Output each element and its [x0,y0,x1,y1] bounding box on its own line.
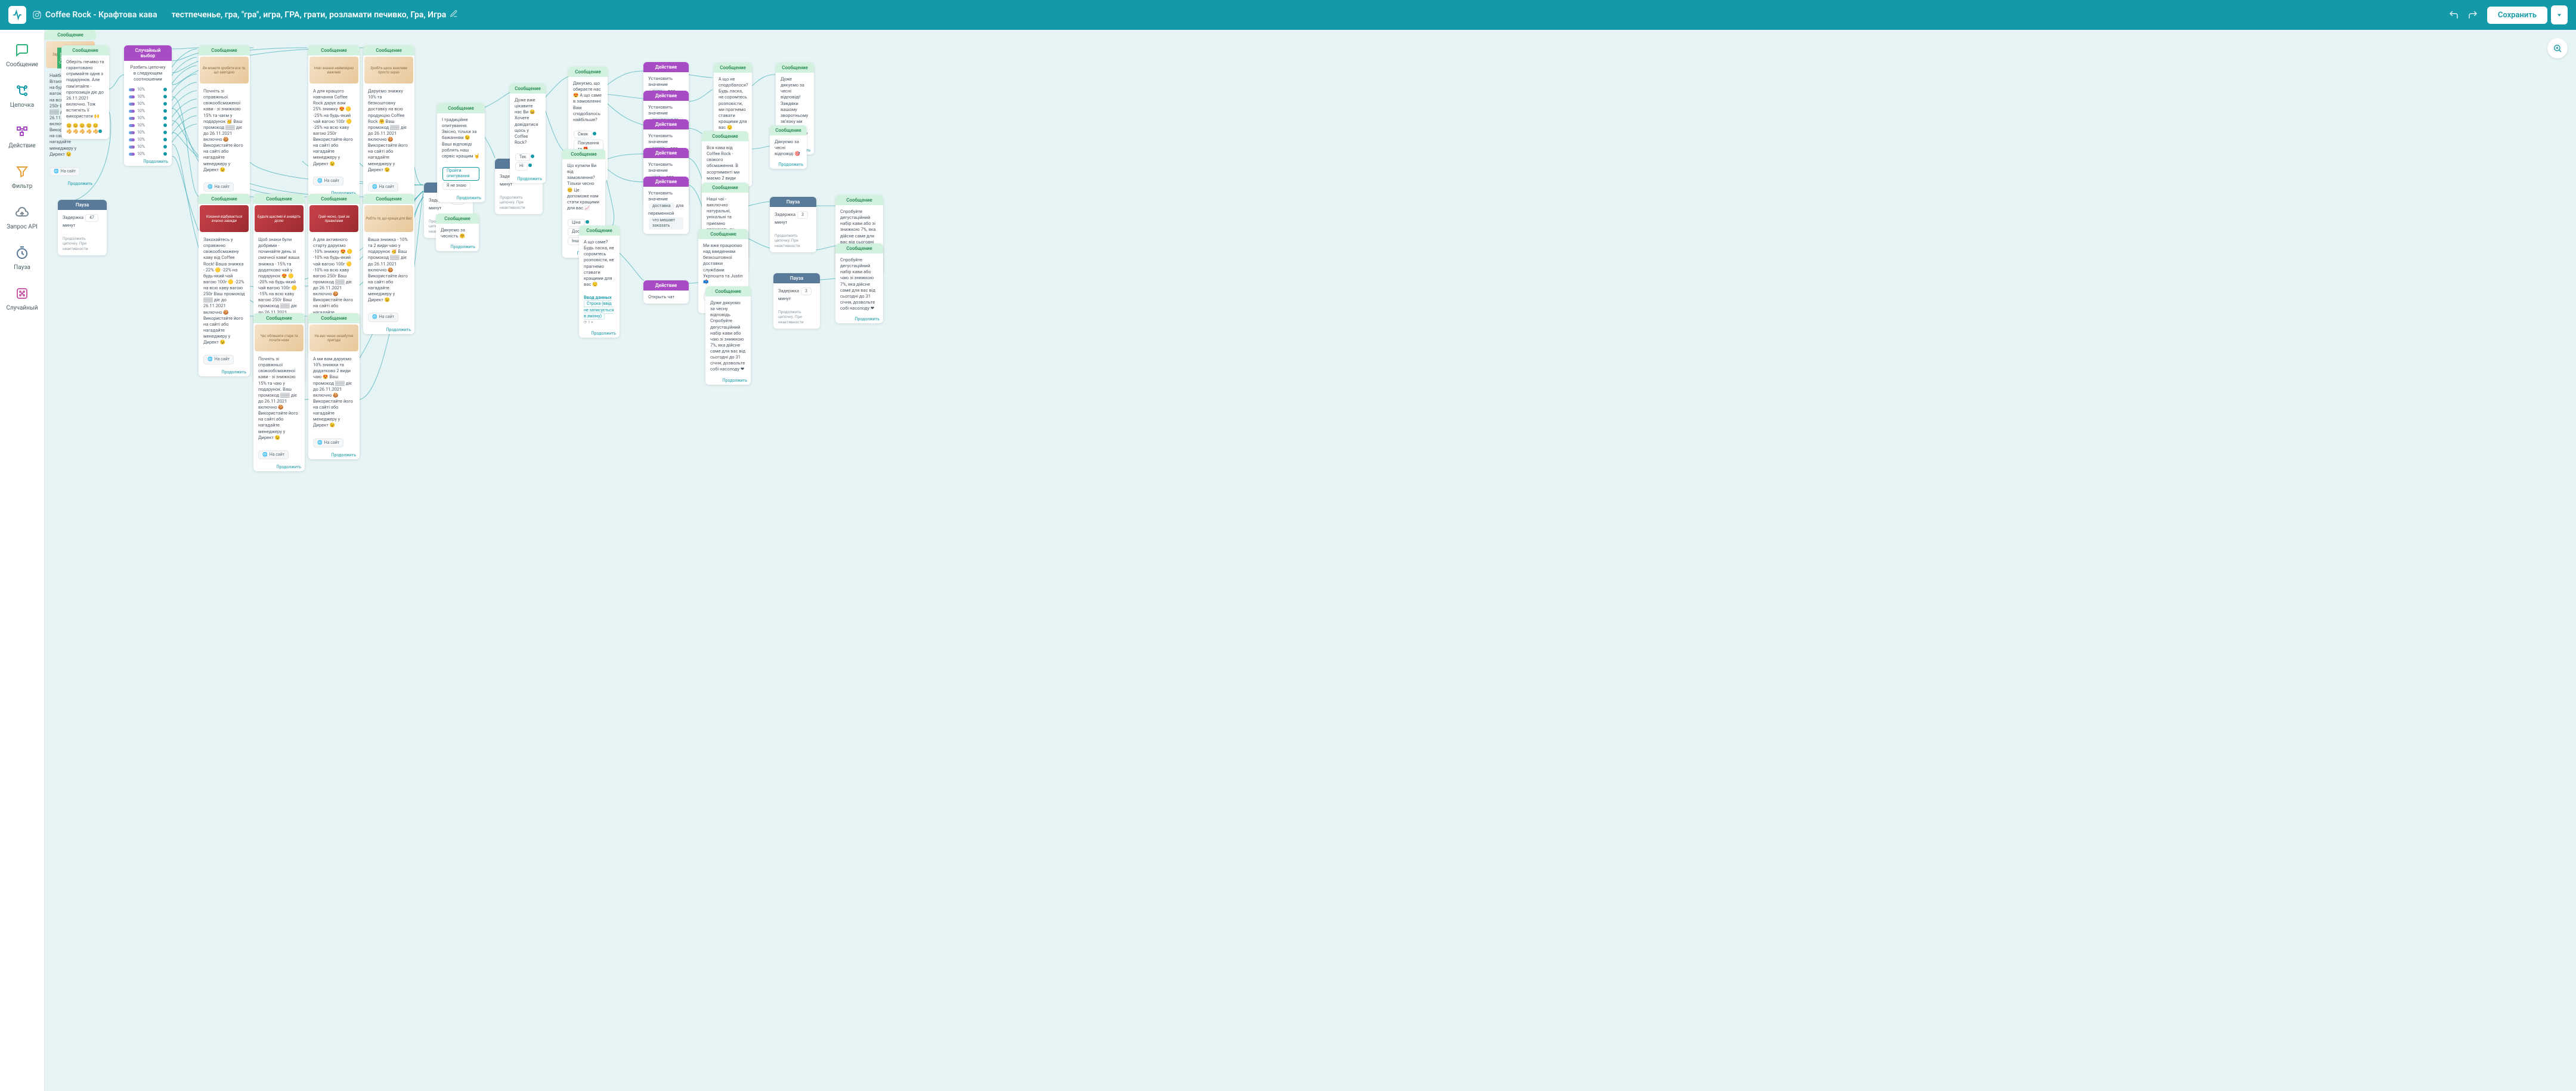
flow-title: тестпеченье, гра, "гра", игра, ГРА, грат… [172,10,459,20]
site-button[interactable]: На сайт [258,450,289,459]
tool-message[interactable]: Сообщение [0,36,44,76]
text-input[interactable]: Строка (ввід не записується в змінну) [584,300,614,320]
node-q4[interactable]: Сообщение А що саме? Будь ласка, не соро… [579,225,620,338]
instagram-icon [32,10,42,20]
node-action-5[interactable]: Действие Установить значение доставка дл… [643,177,689,234]
fortune-cookie-image: Зробіть щось важливе просто зараз [364,57,413,84]
random-icon [12,285,32,302]
node-action-6[interactable]: Действие Открыть чат [643,280,689,304]
tool-action[interactable]: Действие [0,117,44,157]
node-pause-3b[interactable]: Пауза Задержка 3 минут Продолжить цепочк… [773,273,820,329]
fortune-cookie-image: Час облишити старе та почати нове [255,324,304,351]
site-button[interactable]: На сайт [49,167,80,176]
tool-pause[interactable]: Пауза [0,239,44,279]
fortune-cookie-image: Робіть те, що краще для Вас [364,205,413,232]
tool-random[interactable]: Случайный [0,279,44,320]
site-button[interactable]: На сайт [313,177,343,186]
fortune-cookie-image: Кохання відбувається вчасно завжди [200,205,249,232]
node-pause-47[interactable]: Пауза Задержка 47 минут Продолжить цепоч… [58,200,107,255]
save-button[interactable]: Сохранить [2487,7,2547,24]
chain-icon [12,82,32,99]
pause-icon [12,245,32,261]
node-q1[interactable]: Сообщение Дуже вже цікавите нас Ви 😄 Хоч… [510,84,546,183]
node-random[interactable]: Случайный выбор Разбить цепочку в следую… [124,45,172,166]
node-cookie-4[interactable]: Сообщение Зробіть щось важливе просто за… [363,45,414,203]
fortune-cookie-image: На вас чекає незабутня пригода [309,324,358,351]
undo-button[interactable] [2444,5,2463,24]
node-cookie-1[interactable]: Сообщение Ви можете зробити все те, що з… [199,45,250,203]
node-cookie-10[interactable]: Сообщение На вас чекає незабутня пригода… [308,313,360,459]
poll-unknown[interactable]: Я не знаю [442,182,470,190]
fortune-cookie-image: Нові знання неймовірно важливі [309,57,358,84]
page-title: Coffee Rock - Крафтова кава [32,10,157,20]
node-cookie-9[interactable]: Сообщение Час облишити старе та почати н… [253,313,305,471]
node-q10[interactable]: Сообщение Дуже дякуємо за чесну відповід… [705,286,751,385]
site-button[interactable]: На сайт [368,183,398,191]
app-header: Coffee Rock - Крафтова кава тестпеченье,… [0,0,2576,30]
tool-chain[interactable]: Цепочка [0,76,44,117]
node-cookie-3[interactable]: Сообщение Нові знання неймовірно важливі… [308,45,360,197]
tool-filter[interactable]: Фильтр [0,157,44,198]
site-button[interactable]: На сайт [203,183,234,191]
poll-button[interactable]: Пройти опитування [442,167,479,181]
site-button[interactable]: На сайт [368,313,398,322]
message-icon [12,42,32,58]
node-pause-3a[interactable]: Пауза Задержка 3 минут Продолжить цепочк… [770,197,816,252]
action-icon [12,123,32,140]
app-logo[interactable] [8,6,26,24]
node-poll[interactable]: Сообщение І традиційне опитування. Звісн… [437,103,485,202]
zoom-button[interactable] [2547,38,2568,58]
tool-palette: Сообщение Цепочка Действие Фильтр Запрос… [0,30,45,1091]
save-dropdown-button[interactable] [2551,5,2568,24]
site-button[interactable]: На сайт [203,355,234,364]
tool-api[interactable]: Запрос API [0,198,44,239]
api-icon [12,204,32,221]
site-button[interactable]: На сайт [313,438,343,447]
edit-title-icon[interactable] [450,10,458,20]
node-q8[interactable]: Сообщение Дякуємо за чесні відповіді 🎯 П… [770,125,807,169]
fortune-cookie-image: Ви можете зробити все те, що завгодно [200,57,249,84]
node-start-message[interactable]: Сообщение Оберіть печиво та гарантовано … [61,45,109,139]
node-thanks[interactable]: Сообщение Дякуємо за чесність 🤗 Продолжи… [436,214,479,251]
filter-icon [12,163,32,180]
redo-button[interactable] [2463,5,2482,24]
node-q12[interactable]: Сообщение Спробуйте дегустаційний набір … [835,243,883,323]
fortune-cookie-image: Грай чесно, грай за правилами [309,205,358,232]
fortune-cookie-image: Будьте щасливі й знайдіть долю [255,205,304,232]
flow-canvas[interactable]: Старт Сообщение Оберіть печиво та гарант… [45,30,2576,1091]
node-cookie-8[interactable]: Сообщение Робіть те, що краще для Вас Ва… [363,194,414,334]
node-cookie-5[interactable]: Сообщение Кохання відбувається вчасно за… [199,194,250,376]
